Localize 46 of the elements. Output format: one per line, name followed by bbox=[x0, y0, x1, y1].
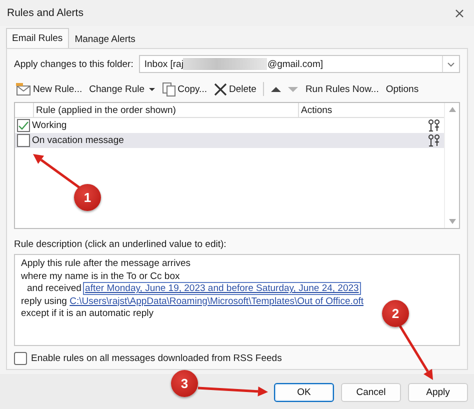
column-header[interactable]: Actions bbox=[298, 103, 444, 117]
rule-name: Working bbox=[32, 120, 68, 131]
move-up-button[interactable] bbox=[271, 86, 282, 92]
tab[interactable]: Email Rules bbox=[6, 28, 69, 48]
envelope-icon bbox=[16, 82, 31, 96]
toolbar-button[interactable]: Delete bbox=[214, 82, 256, 96]
description-line: reply using C:\Users\rajst\AppData\Roaming\Microsoft\Templates\Out of Office.oft bbox=[21, 296, 364, 308]
delete-icon bbox=[214, 82, 227, 96]
description-line: except if it is an automatic reply bbox=[21, 308, 154, 321]
arrow bbox=[33, 154, 81, 190]
field-label: Apply changes to this folder: bbox=[14, 58, 134, 70]
dialog-button[interactable]: Cancel bbox=[341, 383, 401, 402]
arrow bbox=[398, 325, 433, 380]
tab[interactable]: Manage Alerts bbox=[68, 30, 142, 48]
caret-icon bbox=[148, 88, 155, 90]
dialog-button[interactable]: Apply bbox=[408, 383, 468, 402]
window-title: Rules and Alerts bbox=[7, 7, 84, 19]
copy-icon bbox=[162, 82, 176, 96]
toolbar-button[interactable]: Options bbox=[386, 84, 419, 94]
rule-row[interactable]: On vacation message bbox=[15, 133, 444, 148]
checkbox-label: Enable rules on all messages downloaded from RSS Feeds bbox=[31, 353, 282, 364]
column-header[interactable]: Rule (applied in the order shown) bbox=[33, 103, 298, 117]
tools-icon bbox=[428, 119, 440, 132]
toolbar-button[interactable]: Change Rule bbox=[89, 84, 155, 94]
down-arrow-icon bbox=[288, 86, 298, 92]
up-arrow-icon bbox=[271, 86, 282, 92]
description-line: and received after Monday, June 19, 2023 and before Saturday, June 24, 2023 bbox=[26, 283, 360, 296]
value-link[interactable]: C:\Users\rajst\AppData\Roaming\Microsoft\Templates\Out of Office.oft bbox=[70, 296, 364, 307]
description-line: Apply this rule after the message arrives bbox=[21, 258, 190, 271]
tools-icon bbox=[428, 134, 440, 147]
toolbar-button[interactable]: Run Rules Now... bbox=[305, 84, 379, 94]
toolbar-button[interactable]: New Rule... bbox=[16, 82, 82, 96]
checkbox[interactable] bbox=[14, 352, 27, 365]
toolbar-button[interactable]: Copy... bbox=[162, 82, 207, 96]
folder-dropdown[interactable]: Inbox [raj @gmail.com] bbox=[139, 55, 460, 73]
dialog-button[interactable]: OK bbox=[274, 383, 334, 402]
section-label: Rule description (click an underlined value to edit): bbox=[14, 239, 228, 250]
value-link[interactable]: after Monday, June 19, 2023 and before Saturday, June 24, 2023 bbox=[84, 283, 360, 294]
chevron-down-icon[interactable] bbox=[447, 62, 455, 66]
checkbox[interactable] bbox=[17, 134, 30, 147]
checkbox[interactable] bbox=[17, 119, 30, 132]
rule-row[interactable]: Working bbox=[15, 118, 444, 133]
close-icon[interactable] bbox=[455, 8, 464, 18]
rule-name: On vacation message bbox=[32, 135, 125, 146]
description-line: where my name is in the To or Cc box bbox=[21, 270, 180, 284]
arrow bbox=[198, 386, 268, 396]
